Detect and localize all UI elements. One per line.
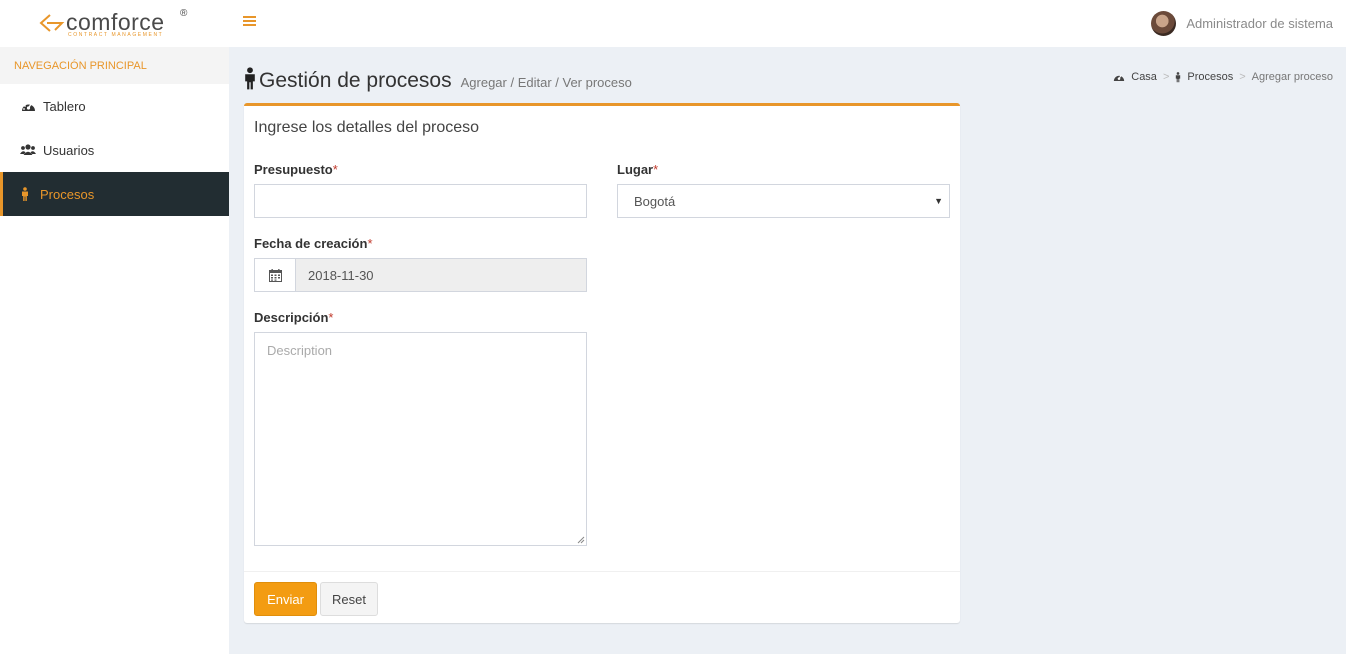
user-menu[interactable]: Administrador de sistema xyxy=(1151,10,1333,36)
person-icon xyxy=(17,186,33,202)
sidebar-item-label: Procesos xyxy=(40,186,95,202)
location-select[interactable]: Bogotá ▼ xyxy=(617,184,950,218)
dashboard-icon xyxy=(20,98,36,114)
date-label-text: Fecha de creación xyxy=(254,236,368,251)
breadcrumb-current: Agregar proceso xyxy=(1251,71,1333,83)
sidebar-item-usuarios[interactable]: Usuarios xyxy=(0,128,229,172)
sidebar-item-label: Usuarios xyxy=(43,142,95,158)
dashboard-icon xyxy=(1114,74,1125,81)
reset-button[interactable]: Reset xyxy=(320,582,378,616)
person-icon xyxy=(1176,71,1181,82)
sidebar-item-label: Tablero xyxy=(43,98,86,114)
users-icon xyxy=(20,142,36,158)
date-input[interactable]: 2018-11-30 xyxy=(295,258,587,292)
avatar xyxy=(1151,10,1177,36)
submit-button[interactable]: Enviar xyxy=(254,582,317,616)
date-label: Fecha de creación* xyxy=(254,236,373,251)
date-input-group: 2018-11-30 xyxy=(254,258,587,292)
breadcrumb-home[interactable]: Casa xyxy=(1113,71,1157,83)
required-mark: * xyxy=(367,236,373,251)
logo-mark-icon xyxy=(39,14,65,32)
required-mark: * xyxy=(332,162,338,177)
calendar-icon[interactable] xyxy=(254,258,296,292)
comforce-logo[interactable]: comforce ® CONTRACT MANAGEMENT xyxy=(38,8,198,40)
breadcrumb-procesos-label: Procesos xyxy=(1187,71,1234,83)
required-mark: * xyxy=(328,310,334,325)
logo-tagline: CONTRACT MANAGEMENT xyxy=(68,32,164,38)
description-label-text: Descripción xyxy=(254,310,329,325)
process-form-box: Ingrese los detalles del proceso Presupu… xyxy=(244,103,960,623)
breadcrumb-separator: > xyxy=(1162,71,1170,83)
sidebar-header: NAVEGACIÓN PRINCIPAL xyxy=(0,47,229,84)
page-title: Gestión de procesos xyxy=(259,69,452,92)
description-textarea[interactable]: Description xyxy=(254,332,587,546)
page-subtitle: Agregar / Editar / Ver proceso xyxy=(460,75,632,90)
location-label-text: Lugar xyxy=(617,162,654,177)
form-title: Ingrese los detalles del proceso xyxy=(254,119,480,136)
description-placeholder: Description xyxy=(267,343,333,358)
person-icon xyxy=(243,67,257,91)
hamburger-icon[interactable] xyxy=(243,16,256,28)
caret-down-icon: ▼ xyxy=(934,196,943,206)
breadcrumb-procesos[interactable]: Procesos xyxy=(1175,71,1233,83)
breadcrumb-separator: > xyxy=(1239,71,1246,83)
logo-registered-mark: ® xyxy=(180,8,188,19)
location-selected-value: Bogotá xyxy=(634,194,676,209)
breadcrumb-home-label: Casa xyxy=(1131,71,1157,83)
budget-label: Presupuesto* xyxy=(254,162,338,177)
budget-label-text: Presupuesto xyxy=(254,162,333,177)
budget-input[interactable] xyxy=(254,184,587,218)
resize-handle-icon[interactable] xyxy=(577,536,585,544)
description-label: Descripción* xyxy=(254,310,333,325)
page-header: Gestión de procesos Agregar / Editar / V… xyxy=(243,63,632,93)
user-name: Administrador de sistema xyxy=(1186,15,1333,31)
required-mark: * xyxy=(653,162,659,177)
top-navbar: comforce ® CONTRACT MANAGEMENT Administr… xyxy=(0,0,1346,47)
sidebar: NAVEGACIÓN PRINCIPAL Tablero Usuarios Pr… xyxy=(0,47,229,654)
breadcrumb: Casa > Procesos > Agregar proceso xyxy=(1113,71,1333,83)
location-label: Lugar* xyxy=(617,162,658,177)
sidebar-item-tablero[interactable]: Tablero xyxy=(0,84,229,128)
form-footer-divider xyxy=(244,571,960,572)
sidebar-item-procesos[interactable]: Procesos xyxy=(0,172,229,216)
